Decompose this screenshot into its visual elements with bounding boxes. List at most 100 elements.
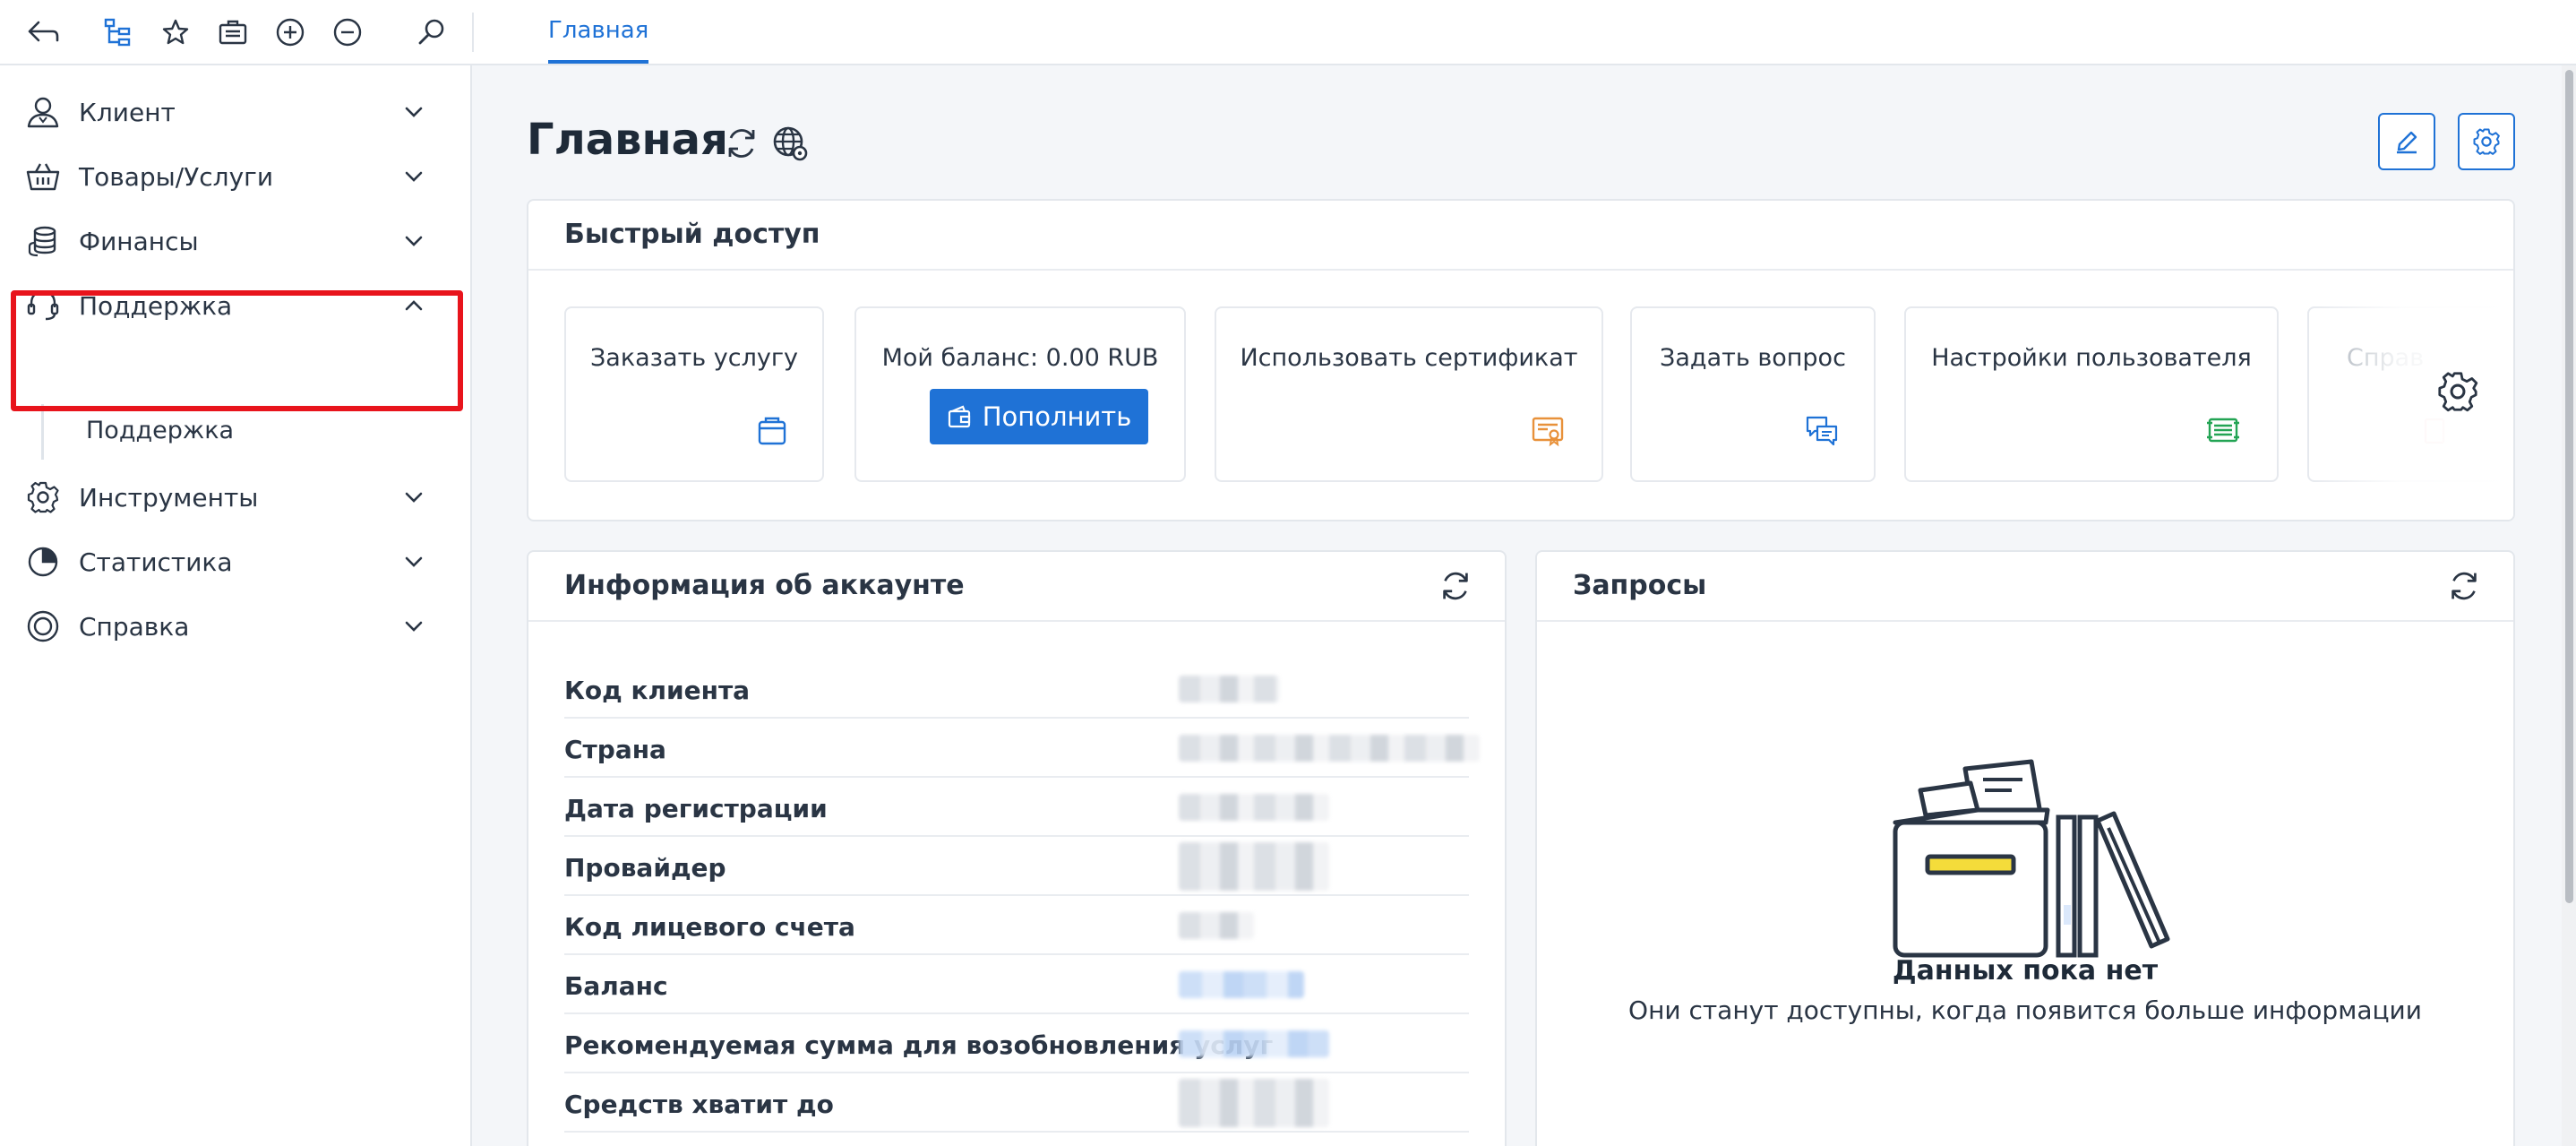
star-icon[interactable] (156, 13, 195, 52)
empty-box-illustration (1893, 759, 2170, 958)
toolbar-divider (472, 13, 474, 52)
globe-settings-icon[interactable] (770, 124, 810, 163)
redacted-value (1179, 842, 1329, 891)
tile-label: Справ (2347, 344, 2425, 372)
card-header: Быстрый доступ (528, 201, 2513, 271)
sidebar-item-label: Поддержка (79, 290, 233, 321)
sidebar-item-statistics[interactable]: Статистика (0, 535, 470, 589)
card-title: Быстрый доступ (564, 219, 820, 250)
zoom-in-icon[interactable] (270, 13, 310, 52)
sidebar-item-products[interactable]: Товары/Услуги (0, 150, 470, 203)
sidebar-item-label: Клиент (79, 97, 176, 127)
top-toolbar: Главная (0, 0, 2576, 65)
info-row-recommended-amount: Рекомендуемая сумма для возобновления ус… (564, 1014, 1469, 1073)
tree-structure-icon[interactable] (99, 13, 138, 52)
tile-label: Настройки пользователя (1931, 344, 2252, 372)
sidebar-item-label: Товары/Услуги (79, 161, 274, 192)
chevron-down-icon (405, 621, 423, 632)
quick-access-card: Быстрый доступ Заказать услугу Мой балан… (527, 199, 2515, 521)
chevron-down-icon (405, 556, 423, 567)
info-label: Рекомендуемая сумма для возобновления ус… (564, 1030, 1274, 1060)
zoom-out-icon[interactable] (328, 13, 367, 52)
gear-icon (23, 480, 63, 514)
gear-icon (2473, 128, 2500, 155)
sidebar-item-label: Финансы (79, 226, 199, 256)
tile-help[interactable]: Справ (2307, 306, 2513, 482)
info-label: Код лицевого счета (564, 912, 855, 942)
requests-card: Запросы Данных пока нет Они станут досту… (1535, 550, 2515, 1146)
chevron-down-icon (405, 171, 423, 182)
redacted-value (1179, 735, 1480, 762)
order-bag-icon (758, 417, 786, 445)
tile-ask-question[interactable]: Задать вопрос (1630, 306, 1876, 482)
basket-icon (23, 159, 63, 194)
pie-chart-icon (23, 545, 63, 579)
briefcase-icon[interactable] (213, 13, 253, 52)
sidebar-item-client[interactable]: Клиент (0, 85, 470, 139)
pencil-icon (2397, 131, 2417, 154)
sidebar-item-tools[interactable]: Инструменты (0, 470, 470, 524)
quick-access-settings-icon[interactable] (2436, 370, 2479, 413)
subitem-indent-line (41, 404, 44, 460)
empty-state-title: Данных пока нет (1892, 955, 2159, 987)
sidebar-item-label: Справка (79, 611, 190, 642)
info-label: Провайдер (564, 853, 726, 883)
card-header: Запросы (1537, 552, 2513, 622)
redacted-value (1179, 971, 1304, 998)
refresh-icon[interactable] (2445, 567, 2483, 605)
tile-label: Заказать услугу (589, 344, 799, 372)
top-up-label: Пополнить (982, 401, 1132, 432)
info-label: Дата регистрации (564, 794, 828, 823)
tile-label: Мой баланс: 0.00 RUB (881, 344, 1159, 372)
tile-order-service[interactable]: Заказать услугу (564, 306, 824, 482)
search-icon[interactable] (412, 13, 451, 52)
sidebar: Клиент Товары/Услуги Финансы Поддержка П… (0, 65, 472, 1146)
sidebar-item-finance[interactable]: Финансы (0, 214, 470, 268)
top-up-button[interactable]: Пополнить (930, 389, 1148, 444)
refresh-icon[interactable] (1437, 567, 1474, 605)
edit-button[interactable] (2378, 113, 2435, 170)
tile-user-settings[interactable]: Настройки пользователя (1904, 306, 2279, 482)
info-row-funds-until: Средств хватит до (564, 1073, 1469, 1133)
info-row-balance: Баланс (564, 955, 1469, 1014)
redacted-value (1179, 1079, 1329, 1127)
tile-balance: Мой баланс: 0.00 RUB Пополнить (854, 306, 1186, 482)
tile-use-certificate[interactable]: Использовать сертификат (1215, 306, 1603, 482)
sidebar-item-support[interactable]: Поддержка (0, 279, 470, 332)
card-title: Информация об аккаунте (564, 570, 965, 601)
sidebar-item-label: Статистика (79, 547, 233, 577)
sidebar-subitem-label: Поддержка (86, 417, 235, 444)
chevron-down-icon (405, 492, 423, 503)
redacted-value (1179, 794, 1329, 821)
info-label: Средств хватит до (564, 1090, 834, 1119)
sidebar-subitem-support[interactable]: Поддержка (39, 404, 434, 460)
redacted-value (1179, 676, 1279, 702)
sidebar-item-help[interactable]: Справка (0, 599, 470, 653)
refresh-icon[interactable] (722, 124, 761, 163)
info-row-account-code: Код лицевого счета (564, 896, 1469, 955)
tile-label: Задать вопрос (1660, 344, 1846, 372)
user-icon (23, 95, 63, 129)
back-arrow-icon[interactable] (23, 13, 63, 52)
wallet-icon (948, 405, 970, 428)
info-row-registration-date: Дата регистрации (564, 778, 1469, 837)
certificate-icon (1532, 417, 1564, 447)
account-info-card: Информация об аккаунте Код клиента Стран… (527, 550, 1507, 1146)
lifebuoy-icon (23, 609, 63, 643)
redacted-value (1179, 912, 1254, 939)
page-title: Главная (527, 115, 728, 165)
redacted-value (1179, 1030, 1329, 1057)
help-icon (2424, 418, 2445, 444)
info-label: Код клиента (564, 676, 751, 705)
chat-bubbles-icon (1806, 416, 1838, 446)
info-label: Баланс (564, 971, 668, 1001)
info-row-country: Страна (564, 719, 1480, 778)
user-settings-icon (2207, 418, 2239, 443)
info-row-client-code: Код клиента (564, 659, 1469, 719)
coins-icon (23, 224, 63, 258)
settings-button[interactable] (2458, 113, 2515, 170)
info-label: Страна (564, 735, 666, 764)
page-scrollbar[interactable] (2565, 70, 2573, 903)
tab-home[interactable]: Главная (548, 0, 649, 64)
sidebar-item-label: Инструменты (79, 482, 259, 513)
